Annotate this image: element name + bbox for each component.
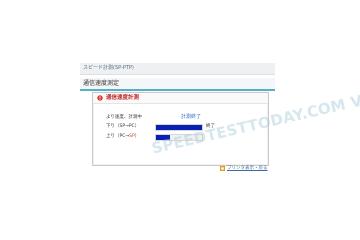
section-title: 通信速度測定 — [83, 80, 120, 87]
footer-link-text[interactable]: プリンタ表示・戻る — [227, 165, 268, 172]
top-bar: スピード計測(SP-PTP) — [80, 63, 275, 75]
download-status: 終了 — [206, 124, 215, 129]
status-text: より速度、計測中 — [106, 115, 142, 120]
panel-title: 通信速度計測 — [106, 95, 140, 101]
complete-label: 計測終了 — [181, 114, 202, 120]
panel-header: 通信速度計測 — [93, 93, 268, 104]
alert-icon — [97, 95, 103, 101]
upload-label: 上り（PC→SP） — [106, 134, 140, 139]
section-header: 通信速度測定 — [80, 78, 275, 91]
breadcrumb[interactable]: スピード計測(SP-PTP) — [83, 64, 134, 73]
download-label: 下り（SP→PC） — [106, 124, 140, 129]
download-progress-bar — [155, 124, 203, 131]
download-progress-fill — [156, 125, 202, 130]
speed-test-panel: 通信速度計測 より速度、計測中 計測終了 下り（SP→PC） 終了 上り（PC→… — [92, 92, 269, 166]
printer-icon — [220, 166, 225, 171]
upload-progress-bar — [155, 134, 203, 141]
upload-progress-fill — [156, 135, 170, 140]
